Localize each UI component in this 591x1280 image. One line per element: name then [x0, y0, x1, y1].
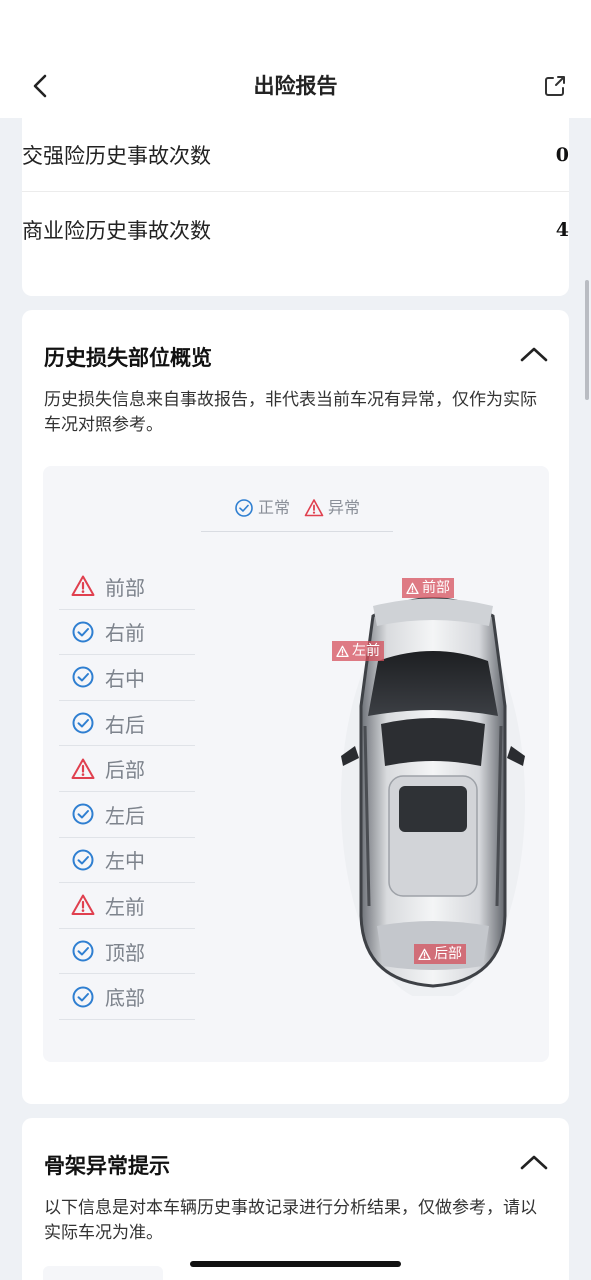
section-description: 以下信息是对本车辆历史事故记录进行分析结果，仅做参考，请以实际车况为准。 [44, 1198, 537, 1243]
loss-overview-card: 历史损失部位概览 历史损失信息来自事故报告，非代表当前车况有异常，仅作为实际车况… [22, 310, 569, 1104]
tag-label: 前部 [422, 580, 450, 596]
check-circle-icon [72, 712, 94, 734]
row-value: 4 [555, 219, 569, 241]
damage-tag-front: 前部 [402, 578, 454, 598]
section-title: 历史损失部位概览 [44, 346, 212, 370]
tag-label: 左前 [352, 643, 380, 659]
part-label: 后部 [105, 758, 145, 783]
warning-icon [418, 948, 431, 960]
damage-part-item: 底部 [59, 974, 195, 1020]
part-label: 左中 [105, 849, 145, 874]
row-label: 交强险历史事故次数 [22, 143, 211, 168]
check-circle-icon [72, 621, 94, 643]
damage-tag-rear: 后部 [414, 944, 466, 964]
damage-part-item: 右中 [59, 655, 195, 701]
row-label: 商业险历史事故次数 [22, 219, 211, 243]
status-legend: 正常 异常 [201, 496, 393, 532]
damage-part-item: 左前 [59, 883, 195, 929]
check-circle-icon [72, 849, 94, 871]
damage-part-item: 左中 [59, 838, 195, 884]
frame-alert-card: 骨架异常提示 以下信息是对本车辆历史事故记录进行分析结果，仅做参考，请以实际车况… [22, 1118, 569, 1280]
compulsory-insurance-accident-row: 交强险历史事故次数 0 [22, 118, 569, 192]
part-label: 前部 [105, 575, 145, 600]
warning-icon [336, 645, 349, 657]
share-icon[interactable] [541, 72, 569, 100]
scrollbar[interactable] [585, 280, 589, 400]
damage-part-item: 右前 [59, 610, 195, 656]
part-label: 右后 [105, 712, 145, 737]
legend-abnormal-label: 异常 [328, 498, 361, 517]
legend-normal-label: 正常 [257, 498, 290, 517]
damage-part-item: 左后 [59, 792, 195, 838]
warning-icon [304, 499, 324, 517]
damage-part-item: 顶部 [59, 929, 195, 975]
section-description: 历史损失信息来自事故报告，非代表当前车况有异常，仅作为实际车况对照参考。 [44, 390, 537, 435]
warning-icon [71, 758, 95, 779]
tag-label: 后部 [434, 946, 462, 962]
damage-diagram: 正常 异常 前部 右前 右中 右后 后部 左后 左中 左前 顶部 底部 前部 左… [43, 466, 549, 1062]
row-value: 0 [555, 143, 569, 166]
chevron-up-icon[interactable] [519, 1148, 549, 1178]
part-label: 左后 [105, 803, 145, 828]
damage-part-item: 右后 [59, 701, 195, 747]
warning-icon [71, 894, 95, 916]
part-label: 右中 [105, 666, 145, 691]
part-label: 左前 [105, 894, 145, 919]
commercial-insurance-accident-row: 商业险历史事故次数 4 [22, 193, 569, 267]
check-circle-icon [72, 666, 94, 688]
damage-part-item: 后部 [59, 746, 195, 792]
part-label: 顶部 [105, 940, 145, 965]
check-circle-icon [235, 499, 253, 517]
check-circle-icon [72, 986, 94, 1008]
damage-part-list: 前部右前右中右后后部左后左中左前顶部底部 [59, 564, 195, 1020]
warning-icon [406, 582, 419, 594]
warning-icon [71, 575, 95, 597]
frame-diagram-placeholder [43, 1266, 163, 1280]
home-indicator[interactable] [190, 1261, 401, 1267]
part-label: 右前 [105, 621, 145, 646]
page-title: 出险报告 [253, 74, 338, 98]
damage-part-item: 前部 [59, 564, 195, 610]
check-circle-icon [72, 803, 94, 825]
section-title: 骨架异常提示 [44, 1154, 170, 1178]
chevron-up-icon[interactable] [519, 340, 549, 370]
damage-tag-left-front: 左前 [332, 641, 384, 661]
part-label: 底部 [105, 986, 145, 1011]
check-circle-icon [72, 940, 94, 962]
